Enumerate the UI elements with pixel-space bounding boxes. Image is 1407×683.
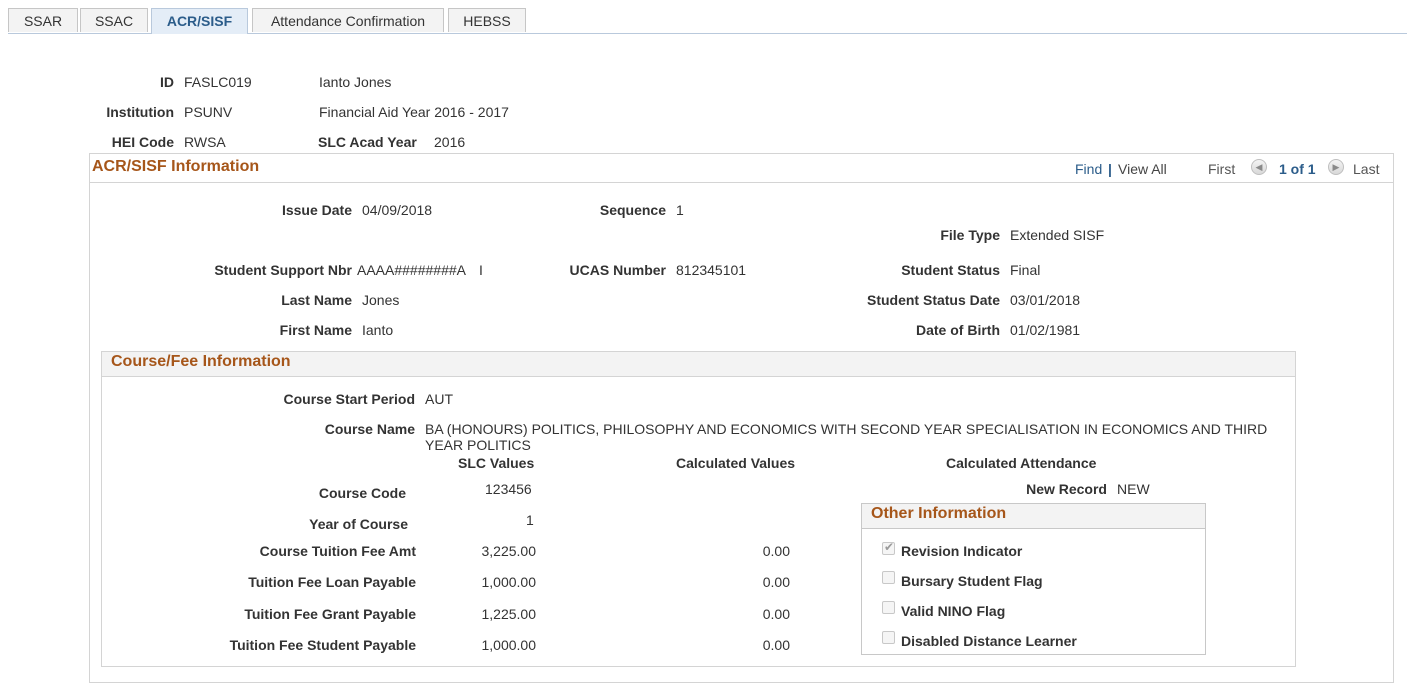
last-name-label: Last Name	[281, 292, 352, 308]
tab-ssac[interactable]: SSAC	[80, 8, 148, 32]
hei-code-label: HEI Code	[111, 134, 174, 150]
last-label: Last	[1353, 161, 1380, 177]
tab-acr-sisf[interactable]: ACR/SISF	[151, 8, 248, 34]
other-information-title: Other Information	[871, 505, 1007, 522]
first-name-label: First Name	[279, 322, 352, 338]
ucas-label: UCAS Number	[569, 262, 666, 278]
tab-hebss[interactable]: HEBSS	[448, 8, 526, 32]
issue-date-value: 04/09/2018	[362, 202, 433, 218]
slc-acad-year-label: SLC Acad Year	[318, 134, 417, 150]
acr-sisf-header-line	[89, 182, 1394, 183]
institution-value: PSUNV	[184, 104, 233, 120]
fee-row-slc-value: 1,000.00	[481, 574, 537, 590]
new-record-value: NEW	[1117, 481, 1150, 497]
fee-row-label: Tuition Fee Student Payable	[229, 637, 416, 653]
bursary-student-flag-checkbox[interactable]	[882, 571, 895, 584]
support-nbr-value: AAAA########A	[357, 262, 466, 278]
fee-row-slc-value: 1,000.00	[481, 637, 537, 653]
aid-year: Financial Aid Year 2016 - 2017	[319, 104, 509, 120]
student-status-value: Final	[1010, 262, 1041, 278]
sequence-value: 1	[676, 202, 684, 218]
nav-separator: |	[1108, 161, 1112, 177]
new-record-label: New Record	[1026, 481, 1107, 497]
valid-nino-flag-label: Valid NINO Flag	[901, 603, 1006, 619]
status-date-value: 03/01/2018	[1010, 292, 1081, 308]
row-counter: 1 of 1	[1279, 161, 1316, 177]
view-all-link[interactable]: View All	[1118, 161, 1167, 177]
fee-row-calc-value: 0.00	[762, 606, 790, 622]
valid-nino-flag-checkbox[interactable]	[882, 601, 895, 614]
course-fee-title: Course/Fee Information	[111, 353, 291, 370]
dob-label: Date of Birth	[916, 322, 1000, 338]
fee-row-slc-value: 3,225.00	[481, 543, 537, 559]
bursary-student-flag-label: Bursary Student Flag	[901, 573, 1043, 589]
checkmark-icon: ✔	[884, 540, 895, 554]
slc-acad-year-value: 2016	[434, 134, 466, 150]
disabled-distance-learner-label: Disabled Distance Learner	[901, 633, 1077, 649]
year-of-course-label: Year of Course	[309, 516, 408, 532]
course-name-value: BA (HONOURS) POLITICS, PHILOSOPHY AND EC…	[425, 421, 1268, 453]
sequence-label: Sequence	[599, 202, 666, 218]
year-of-course-value: 1	[526, 512, 534, 528]
status-date-label: Student Status Date	[866, 292, 1000, 308]
fee-row-label: Course Tuition Fee Amt	[259, 543, 416, 559]
first-label: First	[1208, 161, 1236, 177]
course-code-value: 123456	[485, 481, 532, 497]
revision-indicator-checkbox[interactable]: ✔	[882, 540, 895, 555]
first-name-value: Ianto	[362, 322, 394, 338]
ucas-value: 812345101	[676, 262, 747, 278]
tab-bar: SSAR SSAC ACR/SISF Attendance Confirmati…	[0, 0, 1407, 34]
slc-values-header: SLC Values	[458, 455, 535, 471]
calculated-values-header: Calculated Values	[676, 455, 796, 471]
id-label: ID	[160, 74, 174, 90]
id-value: FASLC019	[184, 74, 252, 90]
disabled-distance-learner-checkbox[interactable]	[882, 631, 895, 644]
revision-indicator-label: Revision Indicator	[901, 543, 1023, 559]
course-name-label: Course Name	[324, 421, 415, 437]
student-status-label: Student Status	[901, 262, 1000, 278]
course-code-label: Course Code	[318, 485, 406, 501]
tab-attendance-confirmation[interactable]: Attendance Confirmation	[252, 8, 444, 32]
fee-row-label: Tuition Fee Grant Payable	[244, 606, 416, 622]
course-start-period-label: Course Start Period	[283, 391, 415, 407]
hei-code-value: RWSA	[184, 134, 226, 150]
tab-ssar[interactable]: SSAR	[8, 8, 78, 32]
calculated-attendance-header: Calculated Attendance	[946, 455, 1097, 471]
fee-row-calc-value: 0.00	[762, 543, 790, 559]
next-arrow-icon[interactable]: ▶	[1328, 159, 1344, 175]
support-nbr-label: Student Support Nbr	[214, 262, 352, 278]
support-nbr-suffix: I	[479, 262, 483, 278]
last-name-value: Jones	[362, 292, 400, 308]
issue-date-label: Issue Date	[281, 202, 352, 218]
fee-row-label: Tuition Fee Loan Payable	[248, 574, 416, 590]
institution-label: Institution	[106, 104, 174, 120]
find-link[interactable]: Find	[1075, 161, 1102, 177]
file-type-value: Extended SISF	[1010, 227, 1105, 243]
student-name: Ianto Jones	[319, 74, 392, 90]
fee-row-calc-value: 0.00	[762, 574, 790, 590]
course-start-period-value: AUT	[425, 391, 453, 407]
prev-arrow-icon[interactable]: ◀	[1251, 159, 1267, 175]
fee-row-slc-value: 1,225.00	[481, 606, 537, 622]
acr-sisf-title: ACR/SISF Information	[92, 158, 260, 175]
file-type-label: File Type	[940, 227, 1000, 243]
fee-row-calc-value: 0.00	[762, 637, 790, 653]
dob-value: 01/02/1981	[1010, 322, 1081, 338]
